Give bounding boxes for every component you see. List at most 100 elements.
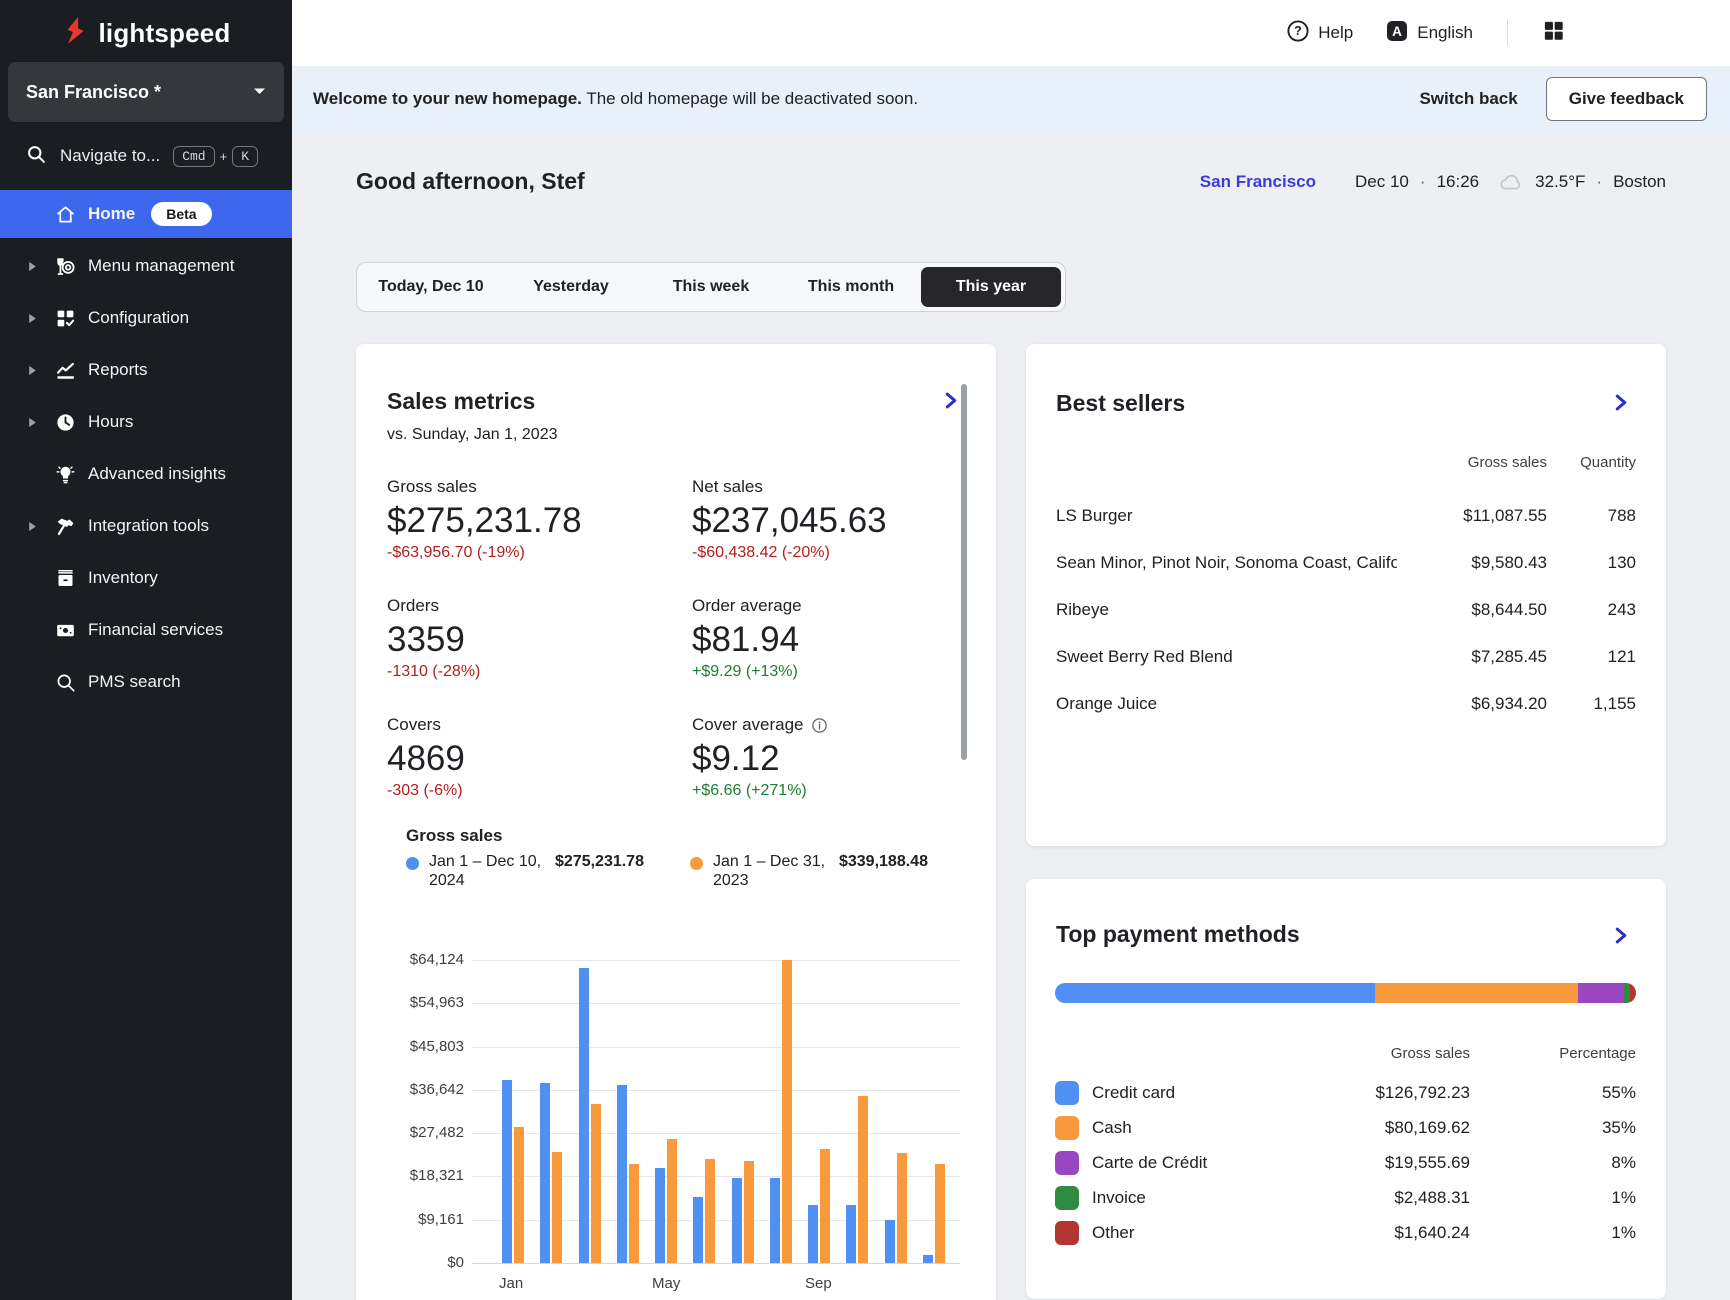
col-header-quantity: Quantity <box>1547 454 1636 471</box>
configuration-icon <box>53 308 77 329</box>
y-tick-label: $27,482 <box>388 1124 464 1141</box>
item-gross-sales: $8,644.50 <box>1397 600 1547 620</box>
color-swatch <box>1055 1116 1079 1140</box>
table-row[interactable]: LS Burger$11,087.55788 <box>1056 492 1636 539</box>
bar-mar-2023 <box>591 1104 601 1263</box>
bar-aug-2023 <box>782 960 792 1263</box>
table-row[interactable]: Other$1,640.241% <box>1055 1215 1636 1250</box>
bar-jul-2024 <box>732 1178 742 1263</box>
kbd-k: K <box>232 146 258 167</box>
sidebar-search[interactable]: Navigate to... Cmd + K <box>0 134 292 178</box>
x-tick-label: Jan <box>499 1275 523 1292</box>
metric-covers: Covers4869-303 (-6%) <box>387 714 692 800</box>
bar-segment-carte-de-cr-dit <box>1578 983 1624 1003</box>
tab-this-week[interactable]: This week <box>641 267 781 307</box>
x-tick-label: Sep <box>805 1275 832 1292</box>
header-meta: San Francisco Dec 10 · 16:26 32.5°F · Bo… <box>1200 172 1666 192</box>
payment-gross-sales: $1,640.24 <box>1300 1223 1470 1243</box>
payment-methods-card: Top payment methods Gross sales Percenta… <box>1026 879 1666 1299</box>
item-name: Sweet Berry Red Blend <box>1056 647 1397 667</box>
tab-this-year[interactable]: This year <box>921 267 1061 307</box>
bar-may-2023 <box>667 1139 677 1263</box>
help-label: Help <box>1318 23 1353 43</box>
topbar-divider <box>1507 20 1508 46</box>
location-link[interactable]: San Francisco <box>1200 172 1316 192</box>
advanced-insights-icon <box>53 464 77 485</box>
metric-value: $237,045.63 <box>692 500 947 542</box>
metric-label: Covers <box>387 714 692 736</box>
bar-dec-2024 <box>923 1255 933 1264</box>
metric-value: $81.94 <box>692 619 947 661</box>
sidebar: lightspeed San Francisco * Navigate to..… <box>0 0 292 1300</box>
info-icon[interactable] <box>811 717 828 734</box>
location-selector[interactable]: San Francisco * <box>8 62 284 122</box>
switch-back-button[interactable]: Switch back <box>1419 89 1517 109</box>
tab-today-dec-10[interactable]: Today, Dec 10 <box>361 267 501 307</box>
payment-gross-sales: $80,169.62 <box>1300 1118 1470 1138</box>
item-name: LS Burger <box>1056 506 1397 526</box>
apps-grid-button[interactable] <box>1542 19 1565 47</box>
sidebar-item-inventory[interactable]: Inventory <box>0 554 292 602</box>
tab-this-month[interactable]: This month <box>781 267 921 307</box>
sidebar-item-reports[interactable]: Reports <box>0 346 292 394</box>
sales-metrics-chevron-icon[interactable] <box>942 392 959 414</box>
sidebar-item-label: Menu management <box>88 256 234 276</box>
tab-yesterday[interactable]: Yesterday <box>501 267 641 307</box>
metric-label: Gross sales <box>387 476 692 498</box>
sidebar-item-financial-services[interactable]: Financial services <box>0 606 292 654</box>
chart-legend: Jan 1 – Dec 10, 2024$275,231.78Jan 1 – D… <box>406 852 928 890</box>
sidebar-item-label: PMS search <box>88 672 181 692</box>
table-row[interactable]: Sweet Berry Red Blend$7,285.45121 <box>1056 633 1636 680</box>
best-sellers-chevron-icon[interactable] <box>1612 394 1629 416</box>
bar-apr-2024 <box>617 1085 627 1263</box>
table-row[interactable]: Sean Minor, Pinot Noir, Sonoma Coast, Ca… <box>1056 539 1636 586</box>
sidebar-item-label: Reports <box>88 360 148 380</box>
payment-percentage: 8% <box>1470 1153 1636 1173</box>
bar-aug-2024 <box>770 1178 780 1263</box>
sidebar-item-integration-tools[interactable]: Integration tools <box>0 502 292 550</box>
give-feedback-button[interactable]: Give feedback <box>1546 77 1707 121</box>
y-tick-label: $18,321 <box>388 1167 464 1184</box>
integration-tools-icon <box>53 516 77 537</box>
table-row[interactable]: Orange Juice$6,934.201,155 <box>1056 680 1636 727</box>
bar-jul-2023 <box>744 1161 754 1263</box>
card-scrollbar[interactable] <box>961 384 967 760</box>
payment-methods-chevron-icon[interactable] <box>1612 927 1629 949</box>
metric-label: Orders <box>387 595 692 617</box>
help-button[interactable]: ? Help <box>1286 19 1353 48</box>
sidebar-item-home[interactable]: HomeBeta <box>0 190 292 238</box>
sidebar-item-pms-search[interactable]: PMS search <box>0 658 292 706</box>
bar-sep-2023 <box>820 1149 830 1263</box>
language-button[interactable]: A English <box>1385 19 1473 48</box>
sidebar-item-label: Home <box>88 204 135 224</box>
bar-sep-2024 <box>808 1205 818 1263</box>
sidebar-item-advanced-insights[interactable]: Advanced insights <box>0 450 292 498</box>
item-gross-sales: $7,285.45 <box>1397 647 1547 667</box>
col-header-gross-sales: Gross sales <box>1300 1045 1470 1062</box>
col-header-gross-sales: Gross sales <box>1397 454 1547 471</box>
payment-method-name: Other <box>1092 1223 1300 1243</box>
banner-message-rest: The old homepage will be deactivated soo… <box>582 89 918 108</box>
sidebar-item-configuration[interactable]: Configuration <box>0 294 292 342</box>
best-sellers-card: Best sellers Gross sales Quantity LS Bur… <box>1026 344 1666 846</box>
metric-delta: +$6.66 (+271%) <box>692 782 947 800</box>
item-name: Ribeye <box>1056 600 1397 620</box>
sidebar-item-menu-management[interactable]: Menu management <box>0 242 292 290</box>
help-question-icon: ? <box>1286 19 1310 48</box>
metric-delta: -1310 (-28%) <box>387 663 692 681</box>
payment-methods-title: Top payment methods <box>1056 921 1300 948</box>
sidebar-nav: HomeBeta Menu management Configuration Repo… <box>0 190 292 710</box>
caret-right-icon <box>28 521 40 532</box>
table-row[interactable]: Credit card$126,792.2355% <box>1055 1075 1636 1110</box>
date-range-tabs: Today, Dec 10YesterdayThis weekThis mont… <box>356 262 1066 312</box>
caret-right-icon <box>28 261 40 272</box>
sidebar-item-hours[interactable]: Hours <box>0 398 292 446</box>
table-row[interactable]: Cash$80,169.6235% <box>1055 1110 1636 1145</box>
lightspeed-logo[interactable]: lightspeed <box>0 16 292 51</box>
chart-title: Gross sales <box>406 826 502 846</box>
language-label: English <box>1417 23 1473 43</box>
table-row[interactable]: Invoice$2,488.311% <box>1055 1180 1636 1215</box>
chevron-down-icon <box>253 83 266 101</box>
table-row[interactable]: Carte de Crédit$19,555.698% <box>1055 1145 1636 1180</box>
table-row[interactable]: Ribeye$8,644.50243 <box>1056 586 1636 633</box>
